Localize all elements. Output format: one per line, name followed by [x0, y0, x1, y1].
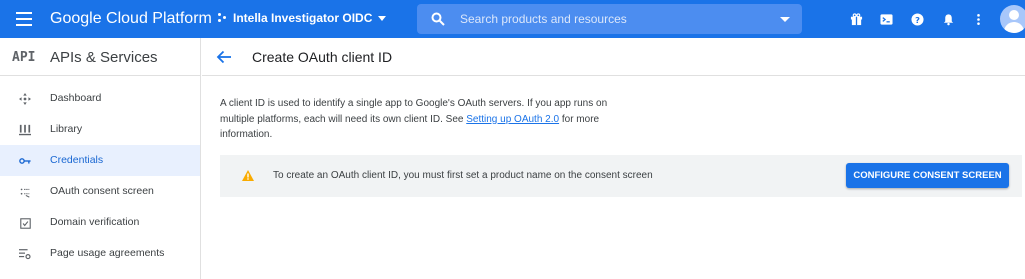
project-icon: [218, 13, 228, 23]
project-name: Intella Investigator OIDC: [233, 11, 373, 25]
sidebar: API APIs & Services Dashboard Library Cr…: [0, 38, 201, 279]
sidebar-item-label: OAuth consent screen: [50, 185, 154, 197]
dashboard-icon: [18, 92, 32, 106]
consent-notice: To create an OAuth client ID, you must f…: [220, 155, 1022, 197]
configure-consent-screen-button[interactable]: CONFIGURE CONSENT SCREEN: [846, 163, 1009, 188]
cloud-shell-icon[interactable]: [878, 11, 894, 27]
sidebar-item-page-usage[interactable]: Page usage agreements: [0, 238, 200, 269]
key-icon: [18, 154, 32, 168]
setting-up-oauth-link[interactable]: Setting up OAuth 2.0: [466, 114, 559, 125]
sidebar-item-credentials[interactable]: Credentials: [0, 145, 200, 176]
account-avatar[interactable]: [1000, 5, 1025, 33]
search-placeholder: Search products and resources: [460, 12, 627, 26]
library-icon: [18, 123, 32, 137]
consent-icon: [18, 185, 32, 199]
checkbox-icon: [18, 216, 32, 230]
description: A client ID is used to identify a single…: [220, 96, 630, 143]
sidebar-item-label: Domain verification: [50, 216, 140, 228]
project-selector[interactable]: Intella Investigator OIDC: [218, 11, 387, 25]
sidebar-item-label: Dashboard: [50, 92, 102, 104]
product-name[interactable]: Google Cloud Platform: [50, 10, 212, 28]
search-icon: [431, 12, 445, 26]
api-logo: API: [12, 50, 36, 65]
more-vert-icon[interactable]: [970, 11, 986, 27]
expand-search-icon[interactable]: [780, 17, 790, 22]
top-app-bar: Google Cloud Platform Intella Investigat…: [0, 0, 1025, 38]
sidebar-header: API APIs & Services: [0, 38, 200, 76]
search-input[interactable]: Search products and resources: [417, 4, 802, 34]
chevron-down-icon: [378, 15, 387, 21]
page-header: Create OAuth client ID: [202, 38, 1025, 76]
back-arrow-icon[interactable]: [216, 49, 232, 65]
sidebar-item-oauth-consent[interactable]: OAuth consent screen: [0, 176, 200, 207]
warning-icon: [242, 170, 254, 181]
sidebar-item-label: Page usage agreements: [50, 247, 165, 259]
sidebar-item-label: Library: [50, 123, 83, 135]
menu-icon[interactable]: [16, 12, 32, 26]
notice-text: To create an OAuth client ID, you must f…: [273, 170, 653, 181]
page-title: Create OAuth client ID: [252, 49, 393, 65]
sidebar-item-label: Credentials: [50, 154, 104, 166]
settings-list-icon: [18, 247, 32, 261]
sidebar-title: APIs & Services: [50, 49, 158, 66]
notifications-icon[interactable]: [940, 11, 956, 27]
gift-icon[interactable]: [848, 11, 864, 27]
svg-text:?: ?: [915, 14, 920, 24]
sidebar-item-library[interactable]: Library: [0, 114, 200, 145]
sidebar-item-dashboard[interactable]: Dashboard: [0, 83, 200, 114]
help-icon[interactable]: ?: [909, 11, 925, 27]
sidebar-item-domain-verification[interactable]: Domain verification: [0, 207, 200, 238]
